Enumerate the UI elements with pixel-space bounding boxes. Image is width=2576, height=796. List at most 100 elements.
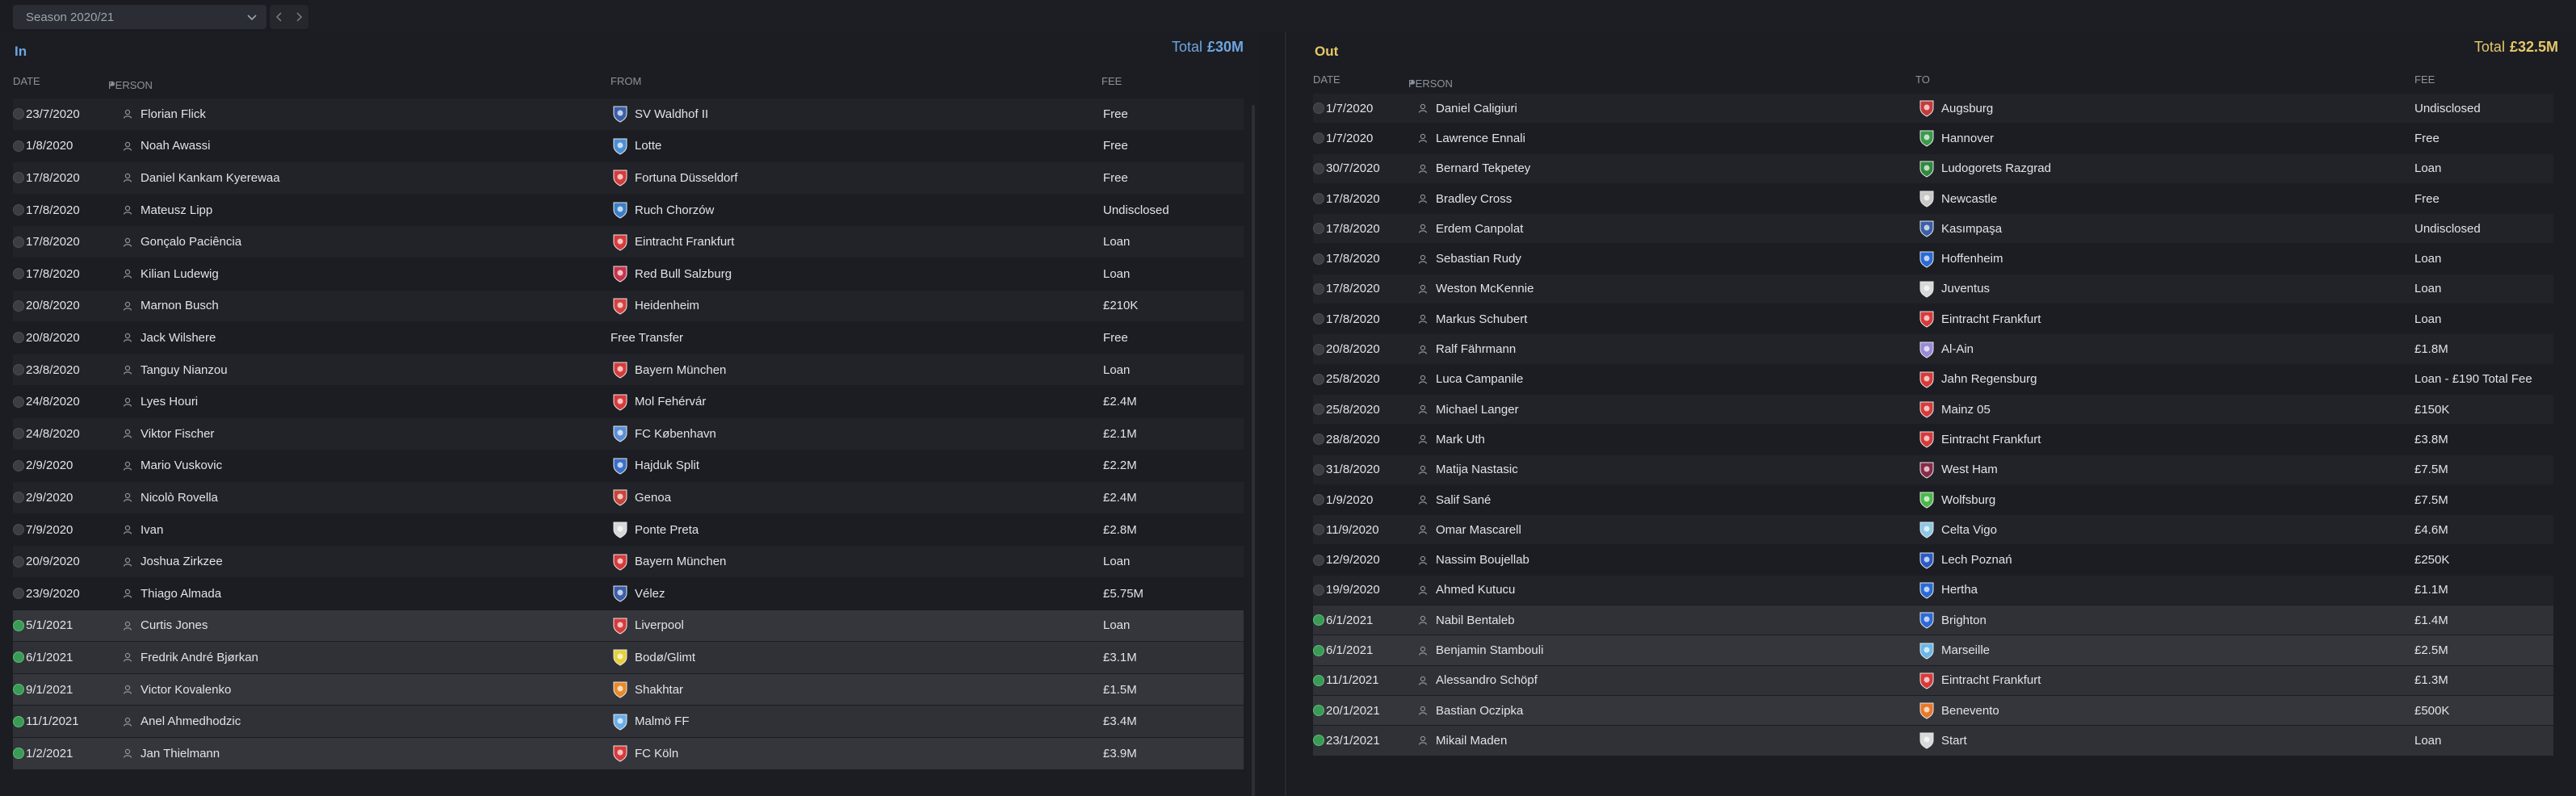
table-row[interactable]: 11/1/2021 Alessandro Schöpf Eintracht Fran… [1313, 665, 2553, 695]
person-cell[interactable]: Daniel Kankam Kyerewaa [123, 162, 280, 194]
person-cell[interactable]: Bastian Oczipka [1418, 696, 1523, 725]
club-cell[interactable]: Lotte [610, 131, 661, 162]
club-cell[interactable]: Ponte Preta [610, 514, 699, 546]
table-row[interactable]: 6/1/2021 Benjamin Stambouli Marseille £2.5M [1313, 635, 2553, 665]
table-row[interactable]: 20/8/2020 Jack Wilshere Free Transfer Free [13, 322, 1244, 354]
person-cell[interactable]: Weston McKennie [1418, 274, 1533, 304]
person-cell[interactable]: Curtis Jones [123, 610, 208, 642]
club-cell[interactable]: Start [1917, 726, 1967, 755]
table-row[interactable]: 2/9/2020 Nicolò Rovella Genoa £2.4M [13, 482, 1244, 513]
person-cell[interactable]: Mikail Maden [1418, 726, 1507, 755]
person-cell[interactable]: Mark Uth [1418, 425, 1485, 454]
table-row[interactable]: 17/8/2020 Sebastian Rudy Hoffenheim Loan [1313, 245, 2553, 274]
club-cell[interactable]: Hajduk Split [610, 450, 699, 482]
club-cell[interactable]: Red Bull Salzburg [610, 258, 732, 290]
club-cell[interactable]: Free Transfer [610, 322, 683, 354]
club-cell[interactable]: Heidenheim [610, 291, 699, 322]
table-row[interactable]: 19/9/2020 Ahmed Kutucu Hertha £1.1M [1313, 575, 2553, 605]
club-cell[interactable]: Kasımpaşa [1917, 214, 2002, 243]
club-cell[interactable]: Hertha [1917, 576, 1978, 605]
person-cell[interactable]: Lyes Houri [123, 386, 198, 417]
table-row[interactable]: 20/1/2021 Bastian Oczipka Benevento £500K [1313, 696, 2553, 726]
person-cell[interactable]: Anel Ahmedhodzic [123, 706, 241, 737]
table-row[interactable]: 20/8/2020 Marnon Busch Heidenheim £210K [13, 290, 1244, 322]
club-cell[interactable]: Mol Fehérvár [610, 386, 706, 417]
person-cell[interactable]: Fredrik André Bjørkan [123, 642, 258, 673]
table-row[interactable]: 17/8/2020 Weston McKennie Juventus Loan [1313, 274, 2553, 304]
person-cell[interactable]: Bradley Cross [1418, 184, 1512, 213]
table-row[interactable]: 1/8/2020 Noah Awassi Lotte Free [13, 131, 1244, 162]
table-row[interactable]: 25/8/2020 Luca Campanile Jahn Regensburg Lo… [1313, 365, 2553, 394]
person-cell[interactable]: Viktor Fischer [123, 418, 214, 450]
person-cell[interactable]: Mateusz Lipp [123, 195, 212, 226]
header-date[interactable]: DATE [13, 75, 40, 87]
scrollbar[interactable] [1252, 105, 1255, 796]
club-cell[interactable]: Juventus [1917, 274, 1990, 304]
table-row[interactable]: 17/8/2020 Erdem Canpolat Kasımpaşa Undisclo… [1313, 214, 2553, 244]
club-cell[interactable]: SV Waldhof II [610, 98, 708, 130]
table-row[interactable]: 17/8/2020 Kilian Ludewig Red Bull Salzburg… [13, 258, 1244, 290]
club-cell[interactable]: Marseille [1917, 635, 1990, 664]
club-cell[interactable]: Hannover [1917, 124, 1994, 153]
person-cell[interactable]: Ralf Fährmann [1418, 334, 1516, 363]
table-row[interactable]: 1/7/2020 Daniel Caligiuri Augsburg Undisclo… [1313, 94, 2553, 124]
table-row[interactable]: 17/8/2020 Gonçalo Paciência Eintracht Fran… [13, 226, 1244, 258]
header-date[interactable]: DATE [1313, 73, 1340, 86]
club-cell[interactable]: Wolfsburg [1917, 485, 1995, 514]
table-row[interactable]: 31/8/2020 Matija Nastasic West Ham £7.5M [1313, 455, 2553, 484]
table-row[interactable]: 1/7/2020 Lawrence Ennali Hannover Free [1313, 124, 2553, 153]
table-row[interactable]: 11/1/2021 Anel Ahmedhodzic Malmö FF £3.4M [13, 706, 1244, 737]
table-row[interactable]: 12/9/2020 Nassim Boujellab Lech Poznań £250… [1313, 546, 2553, 575]
person-cell[interactable]: Michael Langer [1418, 395, 1519, 424]
table-row[interactable]: 1/9/2020 Salif Sané Wolfsburg £7.5M [1313, 485, 2553, 514]
person-cell[interactable]: Nabil Bentaleb [1418, 605, 1515, 635]
table-row[interactable]: 17/8/2020 Mateusz Lipp Ruch Chorzów Undiscl… [13, 195, 1244, 226]
club-cell[interactable]: Hoffenheim [1917, 245, 2003, 274]
club-cell[interactable]: Eintracht Frankfurt [1917, 425, 2041, 454]
club-cell[interactable]: Ruch Chorzów [610, 195, 714, 226]
person-cell[interactable]: Ivan [123, 514, 163, 546]
person-cell[interactable]: Thiago Almada [123, 578, 221, 610]
person-cell[interactable]: Nassim Boujellab [1418, 546, 1529, 575]
club-cell[interactable]: Liverpool [610, 610, 684, 642]
person-cell[interactable]: Noah Awassi [123, 131, 210, 162]
person-cell[interactable]: Jack Wilshere [123, 322, 216, 354]
club-cell[interactable]: Ludogorets Razgrad [1917, 154, 2051, 183]
person-cell[interactable]: Alessandro Schöpf [1418, 666, 1538, 695]
person-cell[interactable]: Benjamin Stambouli [1418, 635, 1543, 664]
table-row[interactable]: 17/8/2020 Bradley Cross Newcastle Free [1313, 184, 2553, 213]
header-fee[interactable]: FEE [2414, 73, 2435, 86]
person-cell[interactable]: Joshua Zirkzee [123, 546, 223, 577]
table-row[interactable]: 6/1/2021 Nabil Bentaleb Brighton £1.4M [1313, 605, 2553, 635]
person-cell[interactable]: Mario Vuskovic [123, 450, 222, 482]
person-cell[interactable]: Gonçalo Paciência [123, 226, 241, 258]
table-row[interactable]: 25/8/2020 Michael Langer Mainz 05 £150K [1313, 395, 2553, 425]
club-cell[interactable]: Eintracht Frankfurt [1917, 304, 2041, 333]
table-row[interactable]: 24/8/2020 Lyes Houri Mol Fehérvár £2.4M [13, 386, 1244, 417]
club-cell[interactable]: FC København [610, 418, 716, 450]
person-cell[interactable]: Jan Thielmann [123, 738, 220, 769]
table-row[interactable]: 23/1/2021 Mikail Maden Start Loan [1313, 726, 2553, 756]
table-row[interactable]: 20/9/2020 Joshua Zirkzee Bayern München Loa… [13, 546, 1244, 577]
club-cell[interactable]: Eintracht Frankfurt [1917, 666, 2041, 695]
table-row[interactable]: 23/8/2020 Tanguy Nianzou Bayern München Loa… [13, 354, 1244, 386]
club-cell[interactable]: Lech Poznań [1917, 546, 2012, 575]
person-cell[interactable]: Omar Mascarell [1418, 515, 1521, 544]
club-cell[interactable]: Al-Ain [1917, 334, 1974, 363]
club-cell[interactable]: Vélez [610, 578, 665, 610]
table-row[interactable]: 28/8/2020 Mark Uth Eintracht Frankfurt £3.8… [1313, 425, 2553, 454]
club-cell[interactable]: Eintracht Frankfurt [610, 226, 734, 258]
club-cell[interactable]: Malmö FF [610, 706, 690, 737]
table-row[interactable]: 23/9/2020 Thiago Almada Vélez £5.75M [13, 578, 1244, 610]
person-cell[interactable]: Markus Schubert [1418, 304, 1527, 333]
table-row[interactable]: 17/8/2020 Daniel Kankam Kyerewaa Fortuna D… [13, 162, 1244, 194]
club-cell[interactable]: FC Köln [610, 738, 678, 769]
table-row[interactable]: 7/9/2020 Ivan Ponte Preta £2.8M [13, 514, 1244, 546]
club-cell[interactable]: Fortuna Düsseldorf [610, 162, 738, 194]
person-cell[interactable]: Bernard Tekpetey [1418, 154, 1530, 183]
club-cell[interactable]: Jahn Regensburg [1917, 365, 2037, 394]
table-row[interactable]: 11/9/2020 Omar Mascarell Celta Vigo £4.6M [1313, 515, 2553, 545]
club-cell[interactable]: Newcastle [1917, 184, 1997, 213]
club-cell[interactable]: Shakhtar [610, 674, 683, 706]
club-cell[interactable]: Bodø/Glimt [610, 642, 695, 673]
